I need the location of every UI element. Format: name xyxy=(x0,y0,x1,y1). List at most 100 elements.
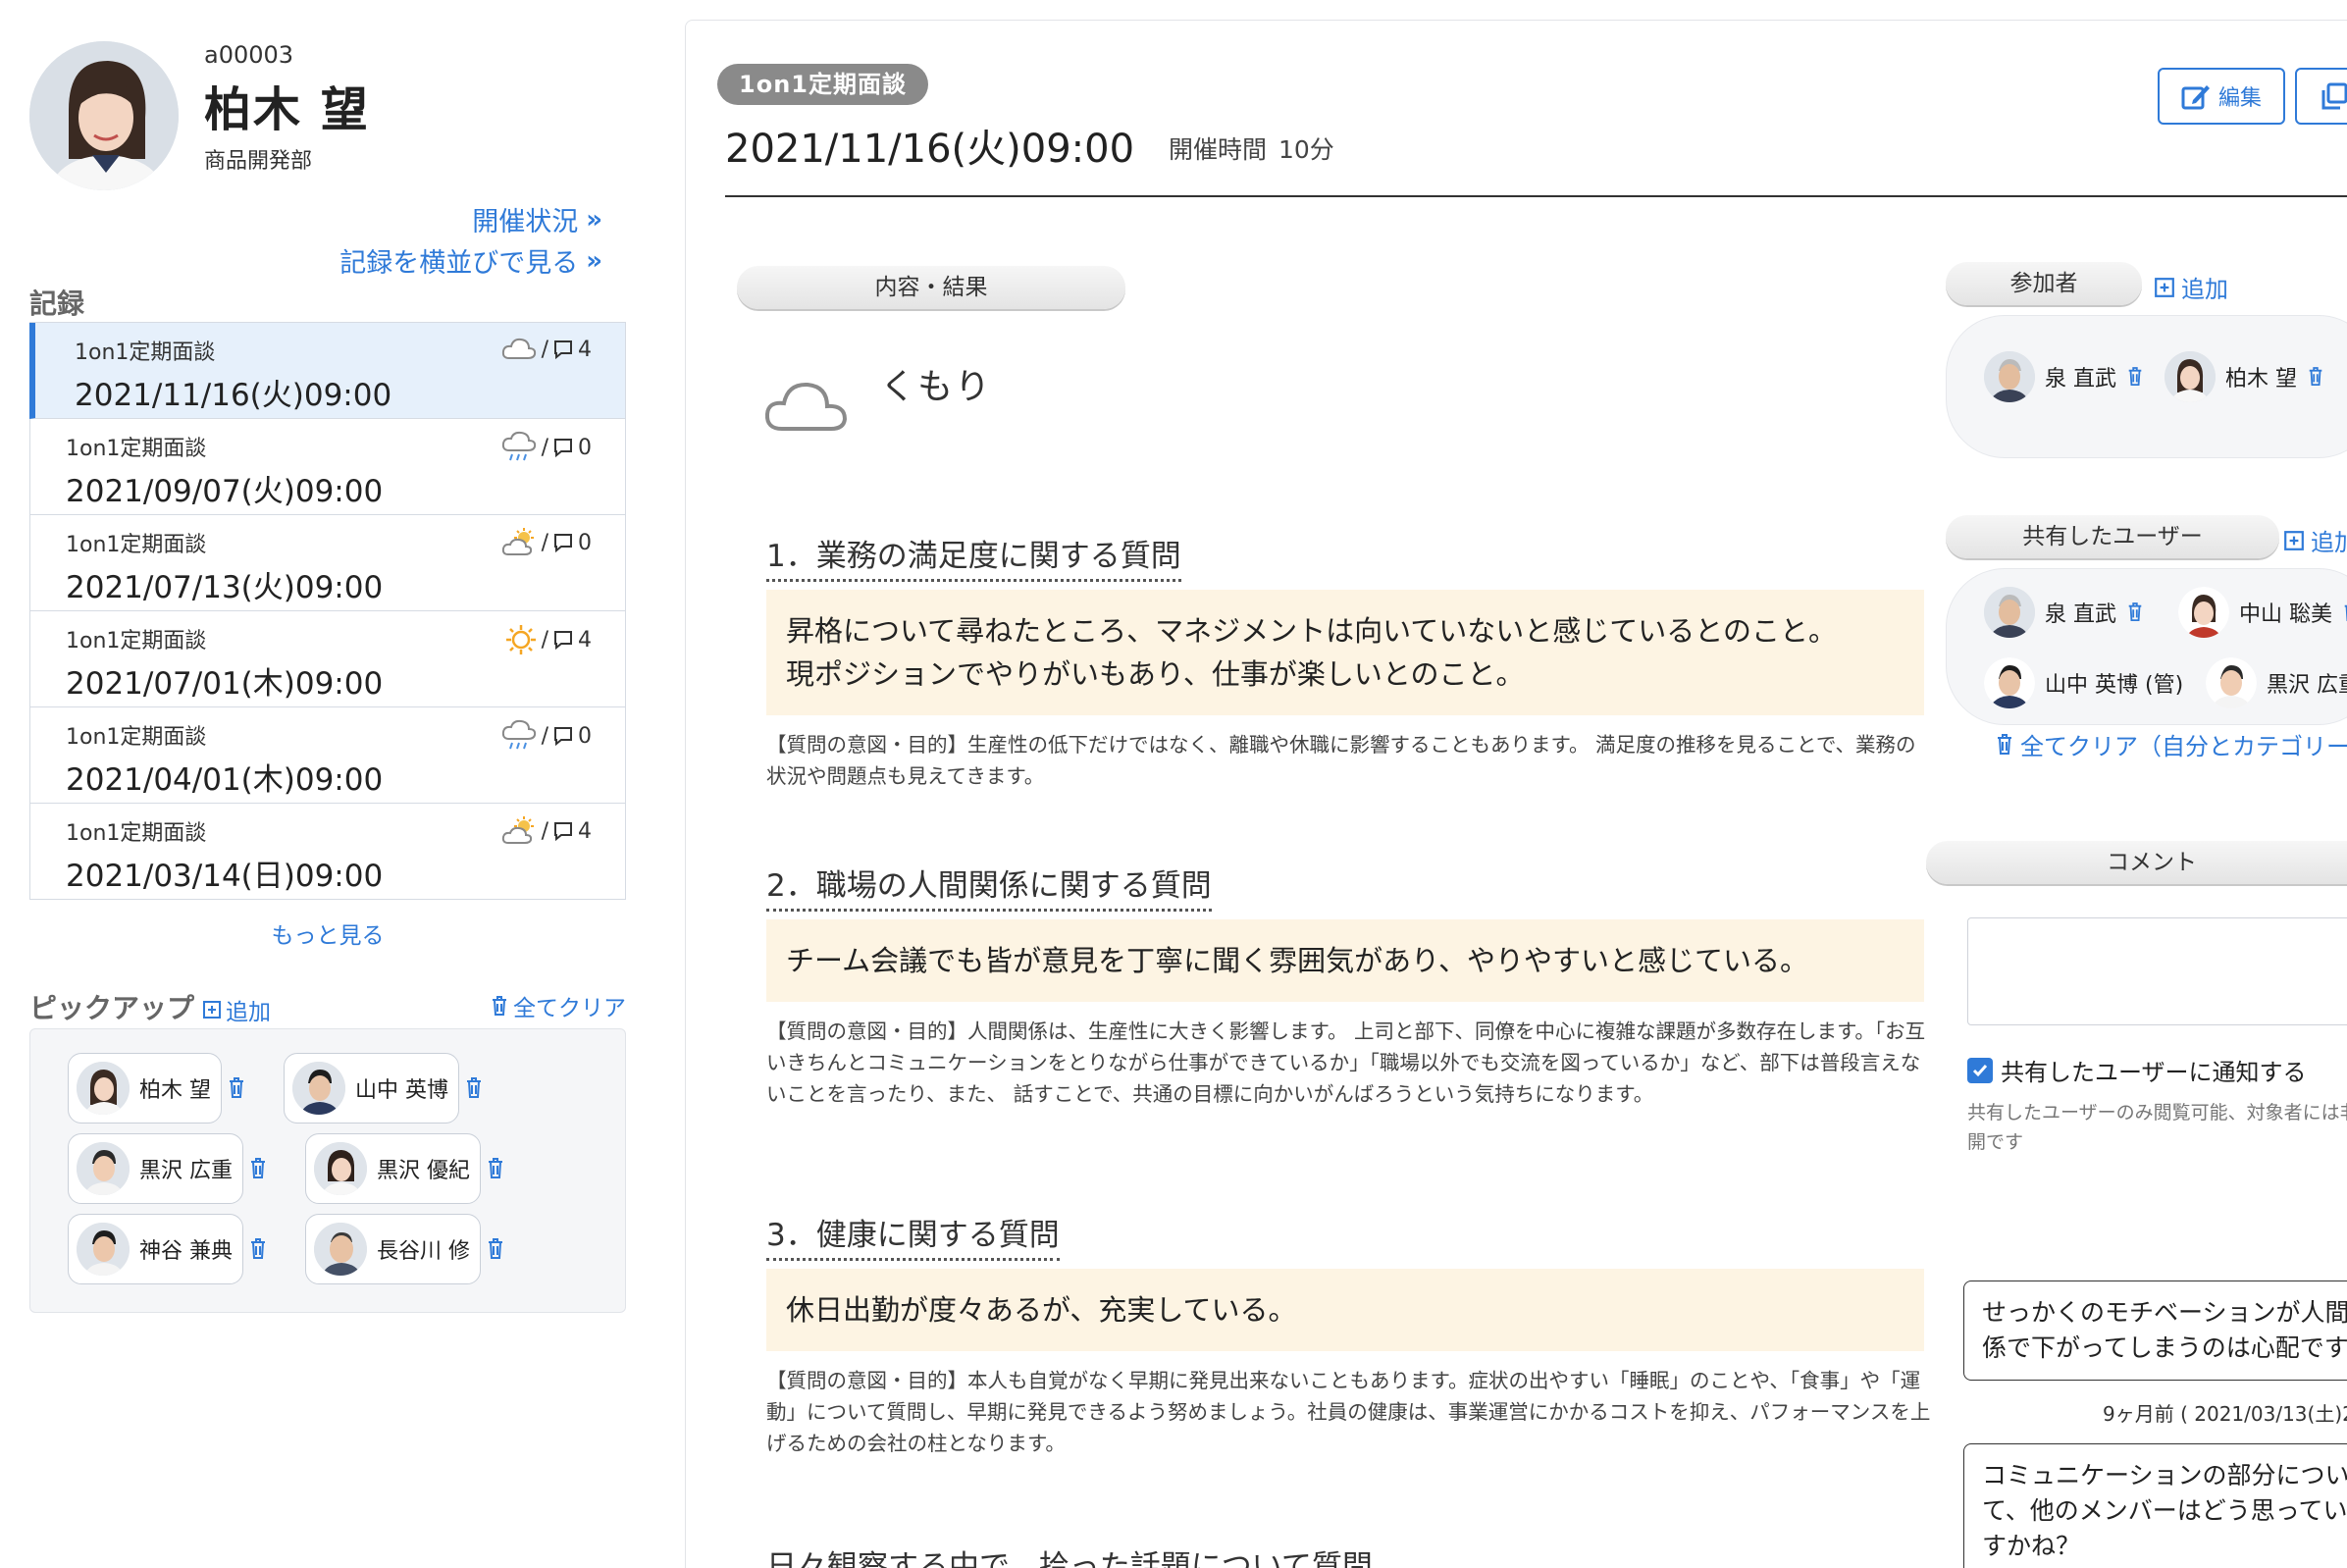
shared-user-name: 山中 英博 (管) xyxy=(2045,673,2184,698)
trash-icon[interactable] xyxy=(464,1076,484,1100)
trash-icon[interactable] xyxy=(486,1157,505,1180)
avatar xyxy=(1984,657,2035,708)
weather-label: くもり xyxy=(880,367,993,407)
pickup-header: ピックアップ 追加 全てクリア xyxy=(29,987,626,1026)
avatar xyxy=(292,1062,345,1115)
pickup-person-chip[interactable]: 黒沢 優紀 xyxy=(305,1133,481,1204)
comment-icon xyxy=(552,629,574,651)
avatar xyxy=(1984,351,2035,402)
status-link-label: 開催状況 xyxy=(472,207,579,237)
trash-icon[interactable] xyxy=(248,1237,268,1261)
record-row[interactable]: 1on1定期面談 2021/11/16(火)09:00 / 4 xyxy=(29,323,626,419)
pickup-add-button[interactable]: 追加 xyxy=(202,993,271,1026)
trash-icon[interactable] xyxy=(486,1237,505,1261)
user-id: a00003 xyxy=(204,41,294,69)
comment-time: 9ヶ月前 ( 2021/03/13(土)21 xyxy=(2103,1402,2347,1426)
trash-icon[interactable] xyxy=(2307,366,2324,388)
notify-checkbox[interactable]: 共有したユーザーに通知する xyxy=(1967,1053,2307,1087)
question-intent: 【質問の意図・目的】人間関係は、生産性に大きく影響します。 上司と部下、同僚を中… xyxy=(766,1019,1926,1106)
notify-note: 共有したユーザーのみ閲覧可能、対象者には非公開です xyxy=(1967,1102,2347,1153)
clear-all-shared-button[interactable]: 全てクリア（自分とカテゴリー xyxy=(1995,727,2347,761)
side-by-side-link-label: 記録を横並びで見る xyxy=(339,248,579,279)
participants-add-label: 追加 xyxy=(2181,276,2228,303)
trash-icon[interactable] xyxy=(2126,601,2144,623)
pickup-person-chip[interactable]: 黒沢 広重 xyxy=(68,1133,243,1204)
content-section-header: 内容・結果 xyxy=(737,266,1125,309)
record-row[interactable]: 1on1定期面談 2021/07/01(木)09:00 / 4 xyxy=(29,611,626,707)
question-answer: 休日出勤が度々あるが、充実している。 xyxy=(766,1269,1924,1351)
record-separator: / xyxy=(541,818,548,844)
comment-card: せっかくのモチベーションが人間関係で下がってしまうのは心配ですね xyxy=(1963,1281,2347,1381)
pickup-person-name: 神谷 兼典 xyxy=(139,1239,233,1264)
trash-icon xyxy=(1995,733,2014,757)
trash-icon[interactable] xyxy=(248,1157,268,1180)
sun-icon xyxy=(504,623,538,656)
record-type: 1on1定期面談 xyxy=(66,821,207,846)
question-answer: チーム会議でも皆が意見を丁寧に聞く雰囲気があり、やりやすいと感じている。 xyxy=(766,919,1924,1002)
pickup-person-name: 山中 英博 xyxy=(355,1078,448,1103)
pickup-person-chip[interactable]: 神谷 兼典 xyxy=(68,1214,243,1284)
double-chevron-right-icon: » xyxy=(586,245,602,276)
clear-all-shared-label: 全てクリア（自分とカテゴリー xyxy=(2020,733,2347,760)
sidebar: a00003 柏木 望 商品開発部 開催状況 » 記録を横並びで見る » 記録 … xyxy=(0,0,648,1568)
record-row[interactable]: 1on1定期面談 2021/07/13(火)09:00 / 0 xyxy=(29,515,626,611)
partly-sunny-icon xyxy=(500,527,538,558)
plus-square-icon xyxy=(2283,530,2305,551)
shared-add-button[interactable]: 追加 xyxy=(2283,523,2347,557)
avatar xyxy=(2178,587,2229,638)
record-detail-panel: 1on1定期面談 2021/11/16(火)09:00 開催時間 10分 編集 … xyxy=(685,20,2347,1568)
plus-square-icon xyxy=(2154,277,2175,298)
comment-input[interactable] xyxy=(1967,917,2347,1025)
records-title: 記録 xyxy=(29,287,85,320)
pickup-person-chip[interactable]: 山中 英博 xyxy=(284,1053,459,1124)
record-row[interactable]: 1on1定期面談 2021/03/14(日)09:00 / 4 xyxy=(29,804,626,900)
participants-list: 泉 直武 柏木 望 xyxy=(1946,315,2347,458)
trash-icon[interactable] xyxy=(2126,366,2144,388)
question-answer: 昇格について尋ねたところ、マネジメントは向いていないと感じているとのこと。 現ポ… xyxy=(766,590,1924,715)
pickup-clear-button[interactable]: 全てクリア xyxy=(490,989,626,1022)
record-separator: / xyxy=(541,337,548,362)
plus-square-icon xyxy=(202,1000,222,1019)
profile-avatar xyxy=(29,41,179,190)
participants-header: 参加者 xyxy=(1946,262,2142,305)
question-intent: 【質問の意図・目的】生産性の低下だけではなく、離職や休職に影響することもあります… xyxy=(766,733,1916,788)
avatar xyxy=(1984,587,2035,638)
pickup-person-name: 黒沢 広重 xyxy=(139,1159,233,1183)
shared-user: 黒沢 広重 xyxy=(2206,657,2347,708)
trash-icon[interactable] xyxy=(2342,601,2347,623)
record-type: 1on1定期面談 xyxy=(75,340,216,365)
pickup-list: 柏木 望 山中 英博 黒沢 広重 黒沢 優紀 神谷 兼典 長谷川 修 xyxy=(29,1028,626,1313)
side-by-side-link[interactable]: 記録を横並びで見る » xyxy=(339,241,602,280)
record-type: 1on1定期面談 xyxy=(66,533,207,557)
shared-user: 中山 聡美 xyxy=(2178,587,2347,638)
record-row[interactable]: 1on1定期面談 2021/09/07(火)09:00 / 0 xyxy=(29,419,626,515)
pickup-add-label: 追加 xyxy=(226,1000,271,1025)
shared-add-label: 追加 xyxy=(2311,529,2347,556)
record-comment-count: 0 xyxy=(578,723,592,749)
pickup-person-chip[interactable]: 長谷川 修 xyxy=(305,1214,481,1284)
pickup-clear-label: 全てクリア xyxy=(513,996,626,1021)
trash-icon[interactable] xyxy=(227,1076,246,1100)
pickup-person-chip[interactable]: 柏木 望 xyxy=(68,1053,222,1124)
record-meta: / 4 xyxy=(504,623,592,656)
record-meta: / 4 xyxy=(500,335,592,364)
pickup-person-name: 黒沢 優紀 xyxy=(377,1159,470,1183)
duration-value: 10分 xyxy=(1278,135,1334,164)
more-records-link[interactable]: もっと見る xyxy=(0,916,655,950)
record-comment-count: 0 xyxy=(578,530,592,555)
record-comment-count: 4 xyxy=(578,627,592,653)
comment-icon xyxy=(552,725,574,747)
avatar xyxy=(2164,351,2216,402)
status-link[interactable]: 開催状況 » xyxy=(472,200,602,238)
record-row[interactable]: 1on1定期面談 2021/04/01(木)09:00 / 0 xyxy=(29,707,626,804)
partly-sunny-icon xyxy=(500,815,538,847)
user-department: 商品開発部 xyxy=(204,149,313,174)
participants-add-button[interactable]: 追加 xyxy=(2154,270,2228,304)
duration-label: 開催時間 xyxy=(1169,135,1268,164)
question-title: 日々観察する中で、拾った話題について質問 xyxy=(766,1549,1373,1568)
user-name: 柏木 望 xyxy=(204,82,370,137)
shared-user: 山中 英博 (管) xyxy=(1984,657,2183,708)
trash-icon xyxy=(490,995,509,1017)
participant: 柏木 望 xyxy=(2164,351,2324,402)
pickup-title: ピックアップ xyxy=(29,992,195,1024)
